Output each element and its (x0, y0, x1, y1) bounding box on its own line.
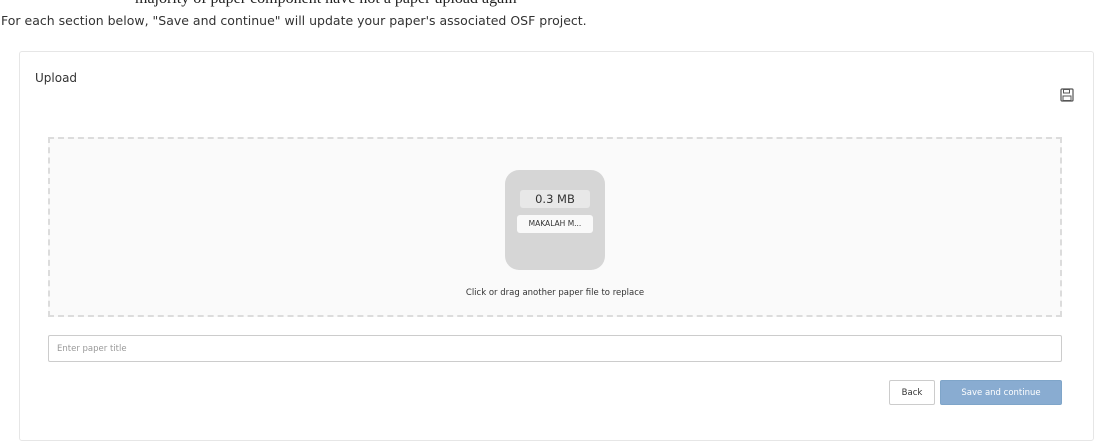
save-and-continue-button[interactable]: Save and continue (940, 380, 1062, 405)
file-name: MAKALAH M... (517, 215, 593, 233)
replace-instruction: Click or drag another paper file to repl… (465, 288, 645, 298)
upload-panel: Upload 0.3 MB MAKALAH M... Click or drag… (19, 51, 1094, 441)
uploaded-file-tile[interactable]: 0.3 MB MAKALAH M... (505, 170, 605, 270)
panel-title: Upload (35, 71, 78, 85)
file-size: 0.3 MB (520, 190, 590, 208)
back-button[interactable]: Back (889, 380, 935, 405)
clipped-heading-text: majority of paper component have not a p… (135, 0, 517, 8)
floppy-disk-icon[interactable] (1060, 88, 1074, 102)
paper-title-input[interactable] (48, 335, 1062, 362)
file-dropzone[interactable]: 0.3 MB MAKALAH M... Click or drag anothe… (48, 137, 1062, 317)
intro-text: For each section below, "Save and contin… (1, 13, 587, 28)
clipped-heading: majority of paper component have not a p… (0, 0, 1104, 8)
